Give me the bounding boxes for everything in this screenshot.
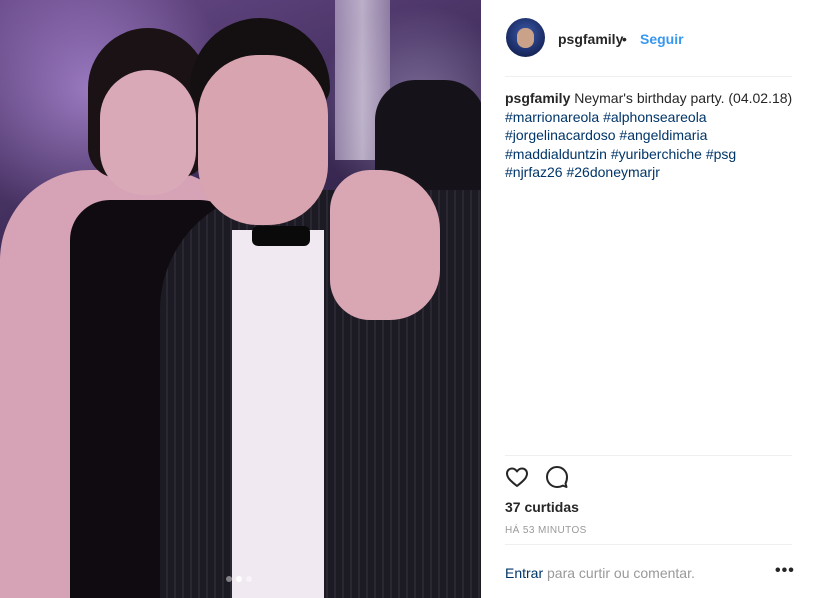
photo-bowtie: [252, 226, 310, 246]
divider: [505, 455, 792, 456]
hashtag-link[interactable]: #jorgelinacardoso: [505, 127, 616, 143]
heart-icon[interactable]: [505, 465, 529, 489]
header-username[interactable]: psgfamily: [558, 31, 623, 47]
caption: psgfamily Neymar's birthday party. (04.0…: [505, 89, 805, 182]
login-link[interactable]: Entrar: [505, 565, 543, 581]
photo-man-face: [198, 55, 328, 225]
carousel-dot[interactable]: [246, 576, 252, 582]
post-timestamp[interactable]: HÁ 53 MINUTOS: [505, 525, 587, 536]
photo-arm: [330, 170, 440, 320]
hashtag-link[interactable]: #maddialduntzin: [505, 146, 607, 162]
hashtag-link[interactable]: #njrfaz26: [505, 164, 563, 180]
hashtag-link[interactable]: #psg: [706, 146, 736, 162]
caption-username[interactable]: psgfamily: [505, 90, 570, 106]
comment-prompt-text: para curtir ou comentar.: [543, 565, 695, 581]
divider: [505, 544, 792, 545]
caption-text: Neymar's birthday party. (04.02.18): [574, 90, 793, 106]
comment-prompt: Entrar para curtir ou comentar.: [505, 565, 695, 581]
follow-button[interactable]: Seguir: [640, 31, 684, 47]
hashtag-link[interactable]: #angeldimaria: [619, 127, 707, 143]
hashtag-link[interactable]: #marrionareola: [505, 109, 599, 125]
avatar-figure: [517, 28, 534, 48]
hashtag-link[interactable]: #alphonseareola: [603, 109, 707, 125]
carousel-dot[interactable]: [226, 576, 232, 582]
post-sidebar: psgfamily • Seguir psgfamily Neymar's bi…: [481, 0, 816, 598]
avatar[interactable]: [506, 18, 545, 57]
photo-woman-face: [100, 70, 196, 195]
post-header: psgfamily • Seguir: [481, 0, 816, 76]
hashtag-link[interactable]: #yuriberchiche: [611, 146, 702, 162]
photo-shirt: [232, 230, 324, 598]
comment-icon[interactable]: [545, 465, 569, 489]
header-separator: •: [622, 31, 627, 47]
likes-count[interactable]: 37 curtidas: [505, 499, 579, 515]
instagram-post: psgfamily • Seguir psgfamily Neymar's bi…: [0, 0, 816, 598]
carousel-dots: [226, 576, 252, 582]
post-photo[interactable]: [0, 0, 481, 598]
divider: [505, 76, 792, 77]
more-options-icon[interactable]: •••: [775, 562, 795, 580]
hashtag-link[interactable]: #26doneymarjr: [566, 164, 659, 180]
carousel-dot-active[interactable]: [236, 576, 242, 582]
